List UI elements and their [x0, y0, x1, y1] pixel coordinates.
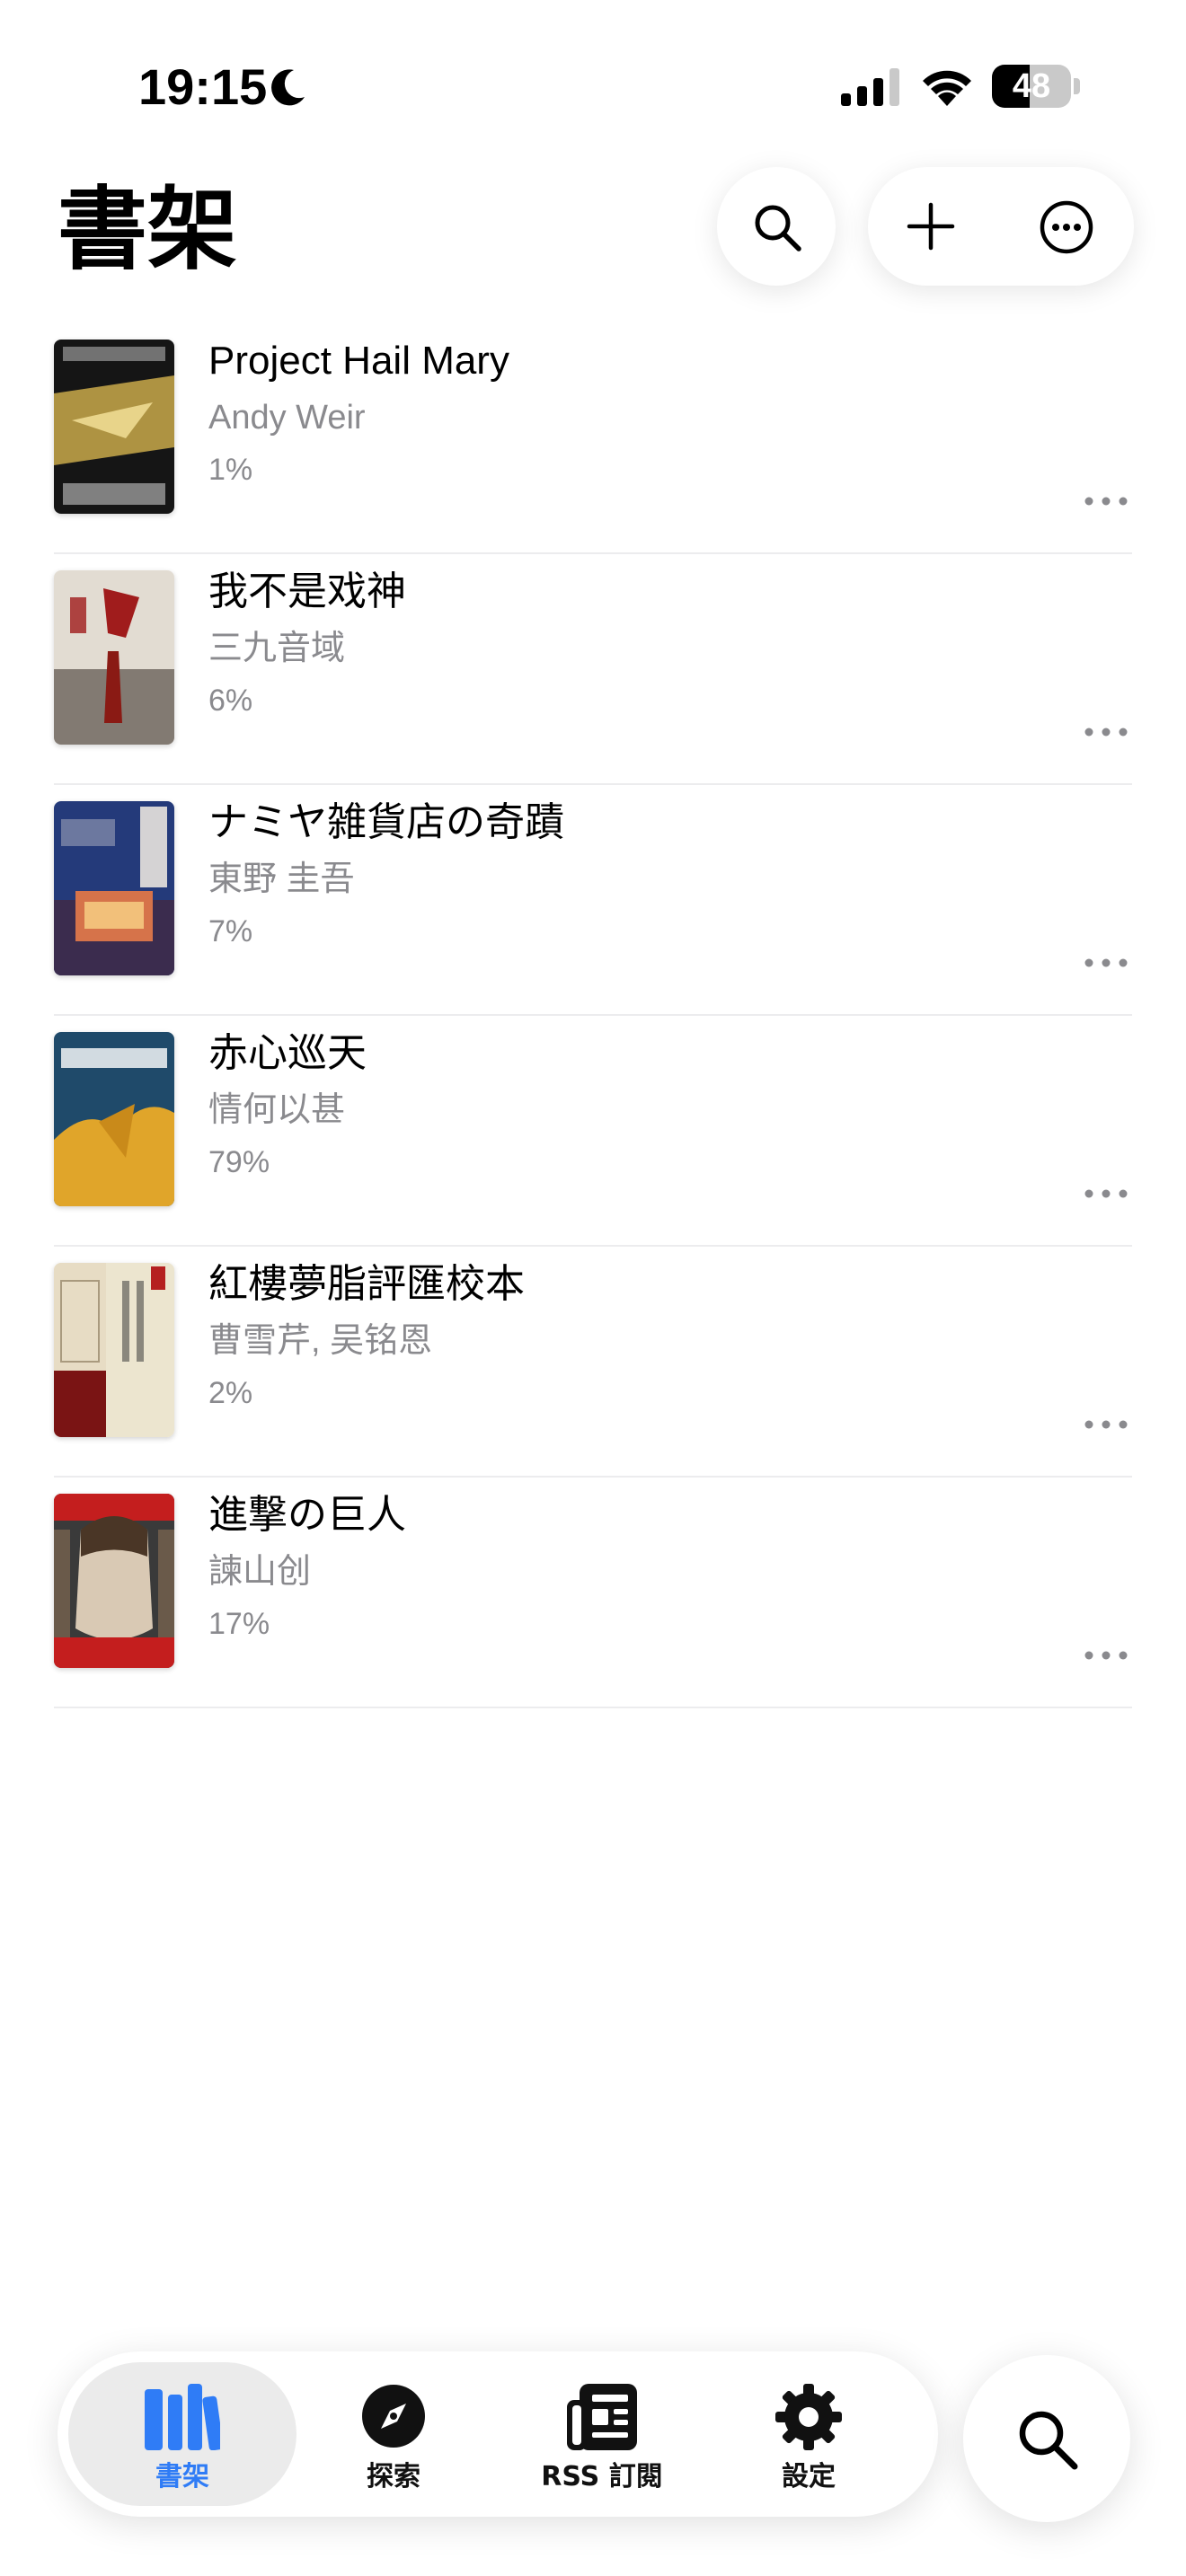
search-icon — [1019, 2411, 1078, 2470]
page-title: 書架 — [58, 177, 237, 282]
tab-label: 書架 — [155, 2461, 209, 2492]
book-author: 東野 圭吾 — [208, 860, 355, 898]
book-title: 紅樓夢脂評匯校本 — [208, 1262, 525, 1306]
book-progress: 6% — [208, 684, 253, 718]
header-search-button[interactable] — [717, 167, 836, 286]
more-dots-icon[interactable] — [1084, 1187, 1128, 1201]
book-cover — [54, 801, 174, 975]
wifi-icon — [923, 70, 971, 106]
book-cover — [54, 340, 174, 514]
book-row[interactable]: 進撃の巨人 諫山创 17% — [0, 1478, 1186, 1708]
add-book-button[interactable] — [868, 167, 1001, 286]
search-icon — [755, 205, 801, 251]
divider — [54, 1707, 1132, 1708]
gear-icon — [775, 2384, 842, 2450]
book-cover — [54, 1494, 174, 1668]
book-author: 曹雪芹, 吴铭恩 — [208, 1322, 433, 1360]
book-row[interactable]: 我不是戏神 三九音域 6% — [0, 554, 1186, 785]
tab-label: RSS 訂閱 — [541, 2461, 663, 2492]
compass-icon — [362, 2385, 425, 2448]
signal-icon — [841, 68, 899, 106]
book-author: Andy Weir — [208, 399, 366, 437]
tab-explore[interactable]: 探索 — [304, 2351, 483, 2517]
book-row[interactable]: 紅樓夢脂評匯校本 曹雪芹, 吴铭恩 2% — [0, 1247, 1186, 1478]
moon-icon — [271, 69, 305, 106]
book-title: 赤心巡天 — [208, 1031, 367, 1075]
book-title: Project Hail Mary — [208, 339, 509, 383]
status-time: 19:15 — [138, 58, 268, 115]
more-dots-icon[interactable] — [1084, 494, 1128, 508]
book-progress: 17% — [208, 1607, 270, 1641]
book-progress: 7% — [208, 914, 253, 948]
book-author: 諫山创 — [208, 1553, 312, 1591]
tab-label: 探索 — [367, 2461, 420, 2492]
plus-icon — [907, 202, 955, 251]
tab-settings[interactable]: 設定 — [719, 2351, 898, 2517]
search-fab-button[interactable] — [963, 2355, 1130, 2522]
tab-rss[interactable]: RSS 訂閱 — [512, 2351, 692, 2517]
book-title: ナミヤ雑貨店の奇蹟 — [208, 800, 564, 844]
header-actions-pill — [868, 167, 1134, 286]
book-row[interactable]: 赤心巡天 情何以甚 79% — [0, 1016, 1186, 1247]
book-progress: 2% — [208, 1376, 253, 1410]
books-icon — [145, 2384, 220, 2450]
more-dots-icon[interactable] — [1084, 1648, 1128, 1663]
status-bar: 19:15 48 — [0, 0, 1186, 171]
tab-label: 設定 — [782, 2461, 836, 2492]
book-progress: 79% — [208, 1145, 270, 1179]
battery-icon: 48 — [992, 65, 1082, 108]
tab-bookshelf[interactable]: 書架 — [93, 2351, 272, 2517]
book-row[interactable]: Project Hail Mary Andy Weir 1% — [0, 323, 1186, 554]
more-dots-icon[interactable] — [1084, 1417, 1128, 1432]
book-progress: 1% — [208, 453, 253, 487]
book-author: 情何以甚 — [208, 1091, 346, 1129]
book-author: 三九音域 — [208, 630, 346, 667]
book-cover — [54, 1032, 174, 1206]
book-title: 進撃の巨人 — [208, 1493, 406, 1537]
tab-bar: 書架 探索 RSS 訂閱 設定 — [58, 2351, 938, 2517]
more-circle-icon — [1040, 200, 1093, 254]
more-dots-icon[interactable] — [1084, 956, 1128, 970]
book-cover — [54, 1263, 174, 1437]
book-cover — [54, 570, 174, 745]
more-dots-icon[interactable] — [1084, 725, 1128, 739]
book-row[interactable]: ナミヤ雑貨店の奇蹟 東野 圭吾 7% — [0, 785, 1186, 1016]
more-options-button[interactable] — [1001, 167, 1134, 286]
newspaper-icon — [567, 2384, 637, 2450]
book-title: 我不是戏神 — [208, 569, 406, 613]
battery-level: 48 — [1012, 67, 1051, 105]
